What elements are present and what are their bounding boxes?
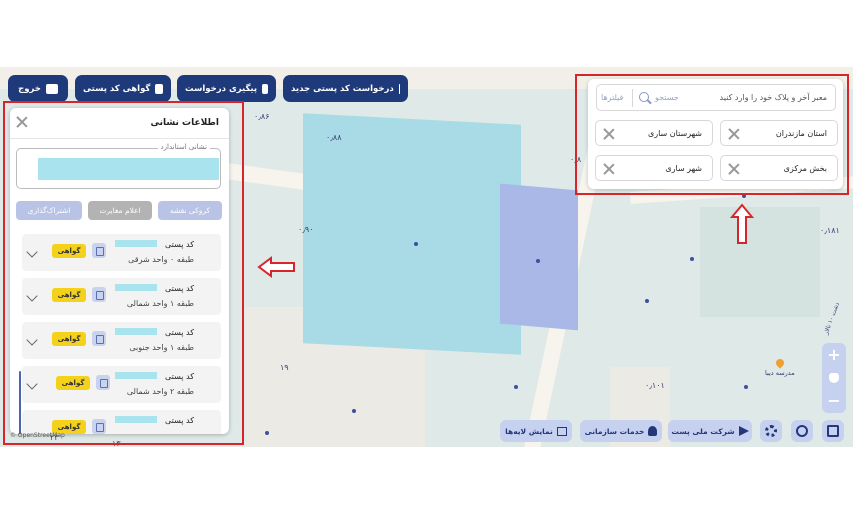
map-parcel <box>700 207 820 317</box>
map-poi-label: مدرسه دیبا <box>765 369 795 377</box>
hand-icon <box>829 372 839 383</box>
post-company-button[interactable]: شرکت ملی پست <box>668 420 752 442</box>
new-postal-request-button[interactable]: درخواست کد پستی جدید <box>283 75 408 102</box>
zoom-controls: + − <box>822 343 846 413</box>
track-button-label: پیگیری درخواست <box>185 83 258 94</box>
poi-marker-icon[interactable] <box>774 357 786 369</box>
show-layers-label: نمایش لایه‌ها <box>505 426 553 436</box>
zoom-out-button[interactable]: − <box>822 389 846 412</box>
map-point <box>514 385 518 389</box>
annotation-arrow-left <box>257 256 295 278</box>
app-screen: ۰٫۸۶ ۰٫۸۸ ۰٫۸ ۰٫۹۰ ۰٫۱۸۱ ۱۹ ۰٫۱۰۱ ۱۳ ۲۳ … <box>0 0 853 514</box>
show-layers-button[interactable]: نمایش لایه‌ها <box>500 420 572 442</box>
map-label: ۰٫۹۰ <box>298 225 314 234</box>
north-button[interactable] <box>791 420 813 442</box>
map-icon <box>556 426 567 436</box>
postal-certificate-button[interactable]: گواهی کد پستی <box>75 75 171 102</box>
pan-button[interactable] <box>822 366 846 389</box>
selected-parcel[interactable] <box>303 113 521 355</box>
annotation-box <box>575 74 849 195</box>
map-label: ۰٫۱۸۱ <box>820 226 840 235</box>
new-request-button-label: درخواست کد پستی جدید <box>291 83 394 94</box>
map-point <box>645 299 649 303</box>
annotation-box <box>3 101 244 445</box>
lock-icon <box>45 83 58 94</box>
compass-icon <box>796 425 808 437</box>
exit-button-label: خروج <box>18 83 41 94</box>
locate-button[interactable] <box>822 420 844 442</box>
map-point <box>536 259 540 263</box>
settings-button[interactable] <box>760 420 782 442</box>
new-request-icon <box>398 83 400 94</box>
exit-button[interactable]: خروج <box>8 75 68 102</box>
map-point <box>744 385 748 389</box>
certificate-button-label: گواهی کد پستی <box>83 83 151 94</box>
neighbor-parcel[interactable] <box>500 183 578 331</box>
send-icon <box>738 426 749 436</box>
org-services-button[interactable]: خدمات سازمانی <box>580 420 662 442</box>
post-company-label: شرکت ملی پست <box>671 426 735 436</box>
track-request-button[interactable]: پیگیری درخواست <box>177 75 276 102</box>
map-label: ۰٫۸۸ <box>326 133 342 142</box>
map-label: ۱۹ <box>280 363 289 372</box>
target-icon <box>827 425 839 437</box>
certificate-icon <box>155 83 163 94</box>
annotation-arrow-up <box>730 203 754 244</box>
org-services-label: خدمات سازمانی <box>584 426 645 436</box>
zoom-in-button[interactable]: + <box>822 343 846 366</box>
map-point <box>265 431 269 435</box>
map-point <box>352 409 356 413</box>
services-icon <box>648 426 658 436</box>
gear-icon <box>765 425 777 437</box>
map-point <box>690 257 694 261</box>
track-icon <box>262 83 268 94</box>
map-street-label: دشت ۱۰ تالار <box>822 301 841 336</box>
map-point <box>414 242 418 246</box>
map-label: ۰٫۱۰۱ <box>645 381 665 390</box>
map-label: ۰٫۸۶ <box>254 112 270 121</box>
